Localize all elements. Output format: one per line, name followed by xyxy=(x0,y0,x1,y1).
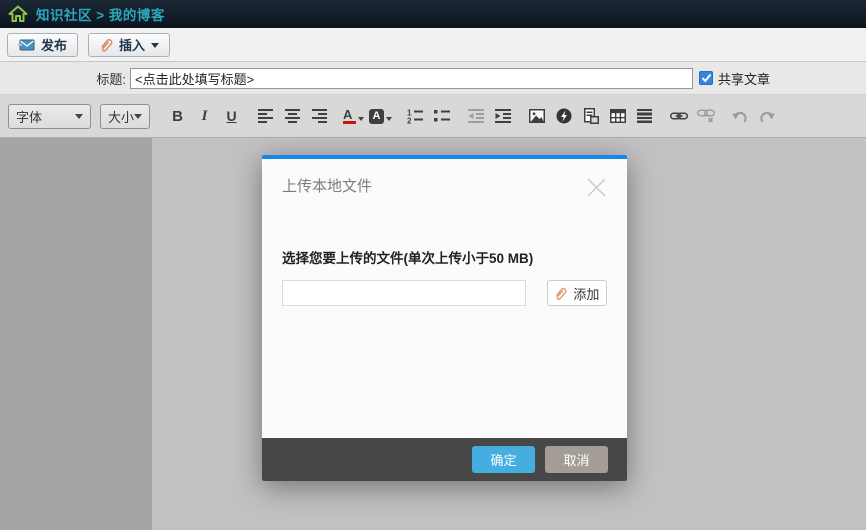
home-icon[interactable] xyxy=(8,5,28,23)
insert-table-button[interactable] xyxy=(604,103,631,130)
upload-dialog: 上传本地文件 选择您要上传的文件(单次上传小于50 MB) 添加 确定 取消 xyxy=(262,155,627,481)
upload-dialog-header: 上传本地文件 xyxy=(262,159,627,203)
align-left-button[interactable] xyxy=(252,103,279,130)
bold-icon: B xyxy=(172,108,183,125)
share-article-checkbox[interactable] xyxy=(699,71,713,85)
link-icon xyxy=(670,110,688,122)
upload-dialog-footer: 确定 取消 xyxy=(262,438,627,481)
font-color-icon: A xyxy=(343,109,356,124)
publish-button[interactable]: 发布 xyxy=(7,33,78,57)
font-family-label: 字体 xyxy=(16,107,42,126)
align-right-icon xyxy=(312,109,327,123)
undo-icon xyxy=(732,110,748,123)
insert-link-button[interactable] xyxy=(665,103,692,130)
action-toolbar: 发布 插入 xyxy=(0,28,866,62)
undo-button[interactable] xyxy=(726,103,753,130)
align-center-icon xyxy=(285,109,300,123)
chevron-down-icon xyxy=(386,117,392,124)
add-file-label: 添加 xyxy=(573,284,599,303)
chevron-down-icon xyxy=(75,114,83,123)
chevron-down-icon xyxy=(358,117,364,124)
font-color-button[interactable]: A xyxy=(340,103,367,130)
cancel-button[interactable]: 取消 xyxy=(545,446,608,473)
align-center-button[interactable] xyxy=(279,103,306,130)
font-family-select[interactable]: 字体 xyxy=(8,104,91,129)
ordered-list-icon: 1 2 xyxy=(407,109,423,124)
ok-button[interactable]: 确定 xyxy=(472,446,535,473)
paperclip-icon xyxy=(554,287,567,300)
breadcrumb[interactable]: 知识社区 > 我的博客 xyxy=(36,4,165,24)
unlink-icon xyxy=(697,109,715,123)
title-input[interactable] xyxy=(130,68,693,89)
embed-document-icon xyxy=(582,108,599,124)
insert-label: 插入 xyxy=(119,35,145,54)
format-toolbar: 字体 大小 B I U A A xyxy=(0,95,866,138)
background-color-button[interactable]: A xyxy=(367,103,394,130)
close-icon[interactable] xyxy=(586,177,607,203)
file-select-row: 添加 xyxy=(282,280,607,306)
flash-icon xyxy=(556,108,572,124)
upload-dialog-body: 选择您要上传的文件(单次上传小于50 MB) 添加 xyxy=(262,247,627,306)
insert-image-button[interactable] xyxy=(523,103,550,130)
underline-icon: U xyxy=(226,108,236,124)
underline-button[interactable]: U xyxy=(218,103,245,130)
embed-document-button[interactable] xyxy=(577,103,604,130)
outdent-icon xyxy=(468,109,484,123)
file-path-input[interactable] xyxy=(282,280,526,306)
redo-button[interactable] xyxy=(753,103,780,130)
italic-button[interactable]: I xyxy=(191,103,218,130)
outdent-button[interactable] xyxy=(462,103,489,130)
bold-button[interactable]: B xyxy=(164,103,191,130)
title-row: 标题: 共享文章 xyxy=(0,62,866,95)
share-article-wrap: 共享文章 xyxy=(699,69,770,88)
font-size-label: 大小 xyxy=(108,107,134,126)
background-color-icon: A xyxy=(369,109,384,124)
top-nav-bar: 知识社区 > 我的博客 xyxy=(0,0,866,28)
title-label: 标题: xyxy=(0,69,130,88)
align-right-button[interactable] xyxy=(306,103,333,130)
image-icon xyxy=(529,109,545,123)
envelope-icon xyxy=(18,39,35,51)
share-article-label: 共享文章 xyxy=(718,69,770,88)
paperclip-icon xyxy=(99,38,113,52)
insert-button[interactable]: 插入 xyxy=(88,33,170,57)
check-icon xyxy=(701,73,712,83)
horizontal-lines-icon xyxy=(637,109,652,123)
font-size-select[interactable]: 大小 xyxy=(100,104,150,129)
unlink-button[interactable] xyxy=(692,103,719,130)
indent-button[interactable] xyxy=(489,103,516,130)
ordered-list-button[interactable]: 1 2 xyxy=(401,103,428,130)
unordered-list-button[interactable] xyxy=(428,103,455,130)
chevron-down-icon xyxy=(151,43,159,52)
editor-left-margin xyxy=(0,138,152,530)
italic-icon: I xyxy=(202,108,208,125)
align-left-icon xyxy=(258,109,273,123)
indent-icon xyxy=(495,109,511,123)
upload-dialog-title: 上传本地文件 xyxy=(282,175,372,196)
svg-text:2: 2 xyxy=(407,116,412,124)
upload-hint-text: 选择您要上传的文件(单次上传小于50 MB) xyxy=(282,247,607,267)
chevron-down-icon xyxy=(134,114,142,123)
add-file-button[interactable]: 添加 xyxy=(547,280,607,306)
insert-flash-button[interactable] xyxy=(550,103,577,130)
horizontal-lines-button[interactable] xyxy=(631,103,658,130)
unordered-list-icon xyxy=(434,109,450,124)
table-icon xyxy=(610,109,626,123)
redo-icon xyxy=(759,110,775,123)
publish-label: 发布 xyxy=(41,35,67,54)
